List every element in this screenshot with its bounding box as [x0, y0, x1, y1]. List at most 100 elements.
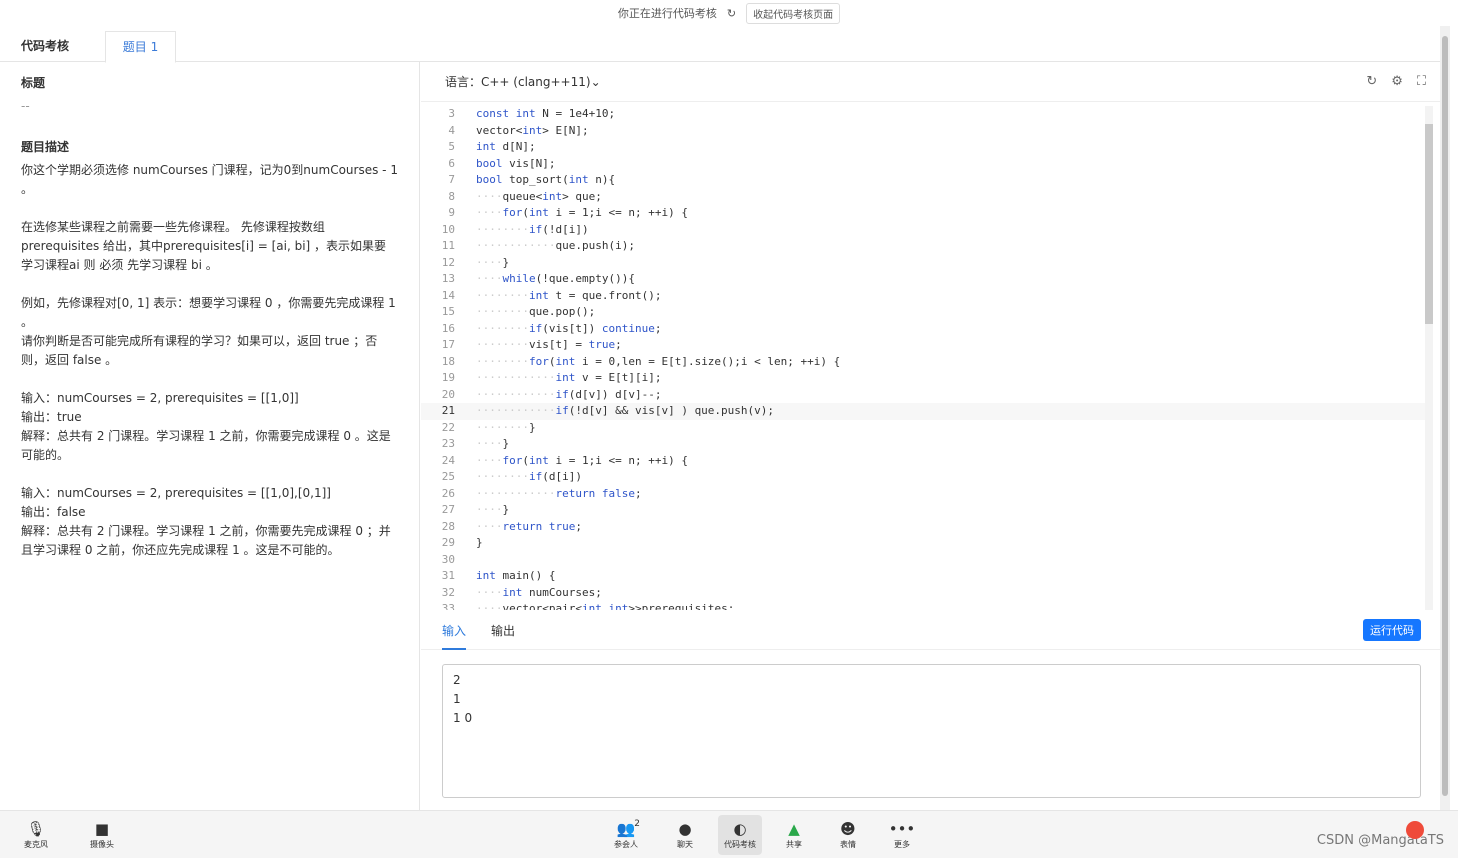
code-text: int main() {: [476, 569, 556, 582]
code-line: 27 ····}: [421, 502, 1433, 519]
chevron-down-icon[interactable]: ⌄: [591, 75, 601, 89]
line-number: 4: [448, 123, 455, 137]
code-line: 14 ········int t = que.front();: [421, 288, 1433, 305]
code-text: ····queue<int> que;: [476, 189, 602, 203]
toolbar-label: 参会人: [614, 840, 638, 849]
input-textarea[interactable]: 2 1 1 0: [442, 664, 1421, 798]
toolbar-emoji[interactable]: ☻ 表情: [826, 819, 870, 850]
code-text: ········if(vis[t]) continue;: [476, 321, 662, 335]
line-number: 32: [441, 585, 455, 599]
description-paragraph: 请你判断是否可能完成所有课程的学习？如果可以，返回 true ；否则，返回 fa…: [21, 334, 378, 367]
toolbar-chat[interactable]: ● 聊天: [663, 819, 707, 850]
run-code-button[interactable]: 运行代码: [1363, 619, 1421, 641]
toolbar-label: 更多: [894, 840, 910, 849]
line-number: 24: [441, 453, 455, 467]
code-line: 23 ····}: [421, 436, 1433, 453]
chat-icon: ●: [678, 820, 692, 838]
leave-button[interactable]: [1406, 821, 1424, 839]
code-text: ············if(!d[v] && vis[v] ) que.pus…: [476, 404, 775, 417]
toolbar-participants[interactable]: 👥 参会人 2: [604, 819, 648, 850]
refresh-icon[interactable]: ↻: [727, 7, 736, 20]
code-text: ········int t = que.front();: [476, 288, 662, 302]
line-number: 20: [441, 387, 455, 401]
tab-problem-1[interactable]: 题目 1: [105, 31, 176, 63]
line-number: 17: [441, 338, 455, 351]
more-icon: •••: [888, 820, 916, 838]
code-text: ····for(int i = 1;i <= n; ++i) {: [476, 206, 688, 219]
line-number: 13: [441, 272, 455, 285]
code-line: 29}: [421, 535, 1433, 552]
code-review-icon: ◐: [733, 820, 747, 838]
code-text: }: [476, 536, 483, 549]
watermark: CSDN @MangataTS: [1316, 833, 1444, 848]
code-text: ············if(d[v]) d[v]--;: [476, 387, 662, 401]
code-text: ····}: [476, 503, 510, 516]
toolbar-label: 聊天: [677, 840, 693, 849]
description-paragraph: 在选修某些课程之前需要一些先修课程。 先修课程按数组 prerequisites…: [21, 220, 387, 272]
toolbar-code-review[interactable]: ◐ 代码考核: [718, 815, 762, 855]
collapse-button[interactable]: 收起代码考核页面: [746, 2, 841, 24]
line-number: 9: [448, 206, 455, 219]
code-line: 18 ········for(int i = 0,len = E[t].size(…: [421, 354, 1433, 371]
line-number: 16: [441, 321, 455, 335]
line-number: 10: [441, 222, 455, 236]
line-number: 21: [441, 404, 455, 417]
code-line: 17 ········vis[t] = true;: [421, 337, 1433, 354]
code-text: ····return true;: [476, 519, 582, 533]
code-text: ····for(int i = 1;i <= n; ++i) {: [476, 453, 688, 467]
line-number: 27: [441, 503, 455, 516]
line-number: 26: [441, 486, 455, 500]
participants-icon: 👥: [616, 820, 636, 838]
description-paragraph: 你这个学期必须选修 numCourses 门课程，记为0到numCourses …: [21, 163, 402, 196]
code-line: 11 ············que.push(i);: [421, 238, 1433, 255]
code-line: 25 ········if(d[i]): [421, 469, 1433, 486]
line-number: 3: [448, 107, 455, 120]
tab-bar: 代码考核 题目 1: [0, 30, 1440, 63]
code-line: 30: [421, 552, 1433, 569]
line-number: 5: [448, 140, 455, 153]
reset-icon[interactable]: ↻: [1366, 74, 1377, 89]
code-line: 12 ····}: [421, 255, 1433, 272]
emoji-icon: ☻: [840, 820, 856, 838]
code-text: const int N = 1e4+10;: [476, 107, 616, 120]
code-line: 26 ············return false;: [421, 486, 1433, 503]
description-label: 题目描述: [21, 140, 70, 154]
title-label: 标题: [21, 76, 46, 90]
toolbar-label: 代码考核: [724, 840, 756, 849]
code-text: ········vis[t] = true;: [476, 338, 622, 351]
code-line: 3 const int N = 1e4+10;: [421, 106, 1433, 123]
code-text: ············que.push(i);: [476, 239, 635, 252]
toolbar-share[interactable]: ▲ 共享: [772, 819, 816, 850]
toolbar-mic[interactable]: 🎙 麦克风: [14, 819, 58, 850]
code-editor[interactable]: 3 const int N = 1e4+10; 4 vector<int> E[N];…: [421, 106, 1433, 610]
tab-output[interactable]: 输出: [491, 622, 515, 639]
code-text: ········for(int i = 0,len = E[t].size();…: [476, 354, 841, 368]
participants-count: 2: [634, 819, 640, 829]
code-line: 19 ············int v = E[t][i];: [421, 370, 1433, 387]
toolbar-more[interactable]: ••• 更多: [880, 819, 924, 850]
line-number: 29: [441, 536, 455, 549]
toolbar-camera[interactable]: ■ 摄像头: [80, 819, 124, 850]
code-text: ····int numCourses;: [476, 585, 602, 599]
language-select[interactable]: 语言：C++ (clang++11): [445, 73, 591, 90]
code-text: ····}: [476, 255, 510, 269]
tab-input[interactable]: 输入: [442, 622, 467, 650]
editor-scrollbar[interactable]: [1425, 106, 1433, 610]
toolbar-label: 麦克风: [24, 840, 48, 849]
code-line: 4 vector<int> E[N];: [421, 123, 1433, 140]
code-line: 7 bool top_sort(int n){: [421, 172, 1433, 189]
page-scrollbar[interactable]: [1440, 26, 1450, 810]
line-number: 25: [441, 470, 455, 483]
code-line: 21 ············if(!d[v] && vis[v] ) que.p…: [421, 403, 1433, 420]
gear-icon[interactable]: ⚙: [1391, 74, 1403, 89]
code-text: ········}: [476, 420, 536, 434]
code-line: 20 ············if(d[v]) d[v]--;: [421, 387, 1433, 404]
line-number: 33: [441, 602, 455, 610]
fullscreen-icon[interactable]: ⛶: [1417, 74, 1426, 89]
line-number: 23: [441, 437, 455, 450]
code-line: 16 ········if(vis[t]) continue;: [421, 321, 1433, 338]
line-number: 22: [441, 420, 455, 434]
code-text: ············return false;: [476, 486, 642, 500]
section-title: 代码考核: [21, 39, 70, 53]
line-number: 28: [441, 519, 455, 533]
